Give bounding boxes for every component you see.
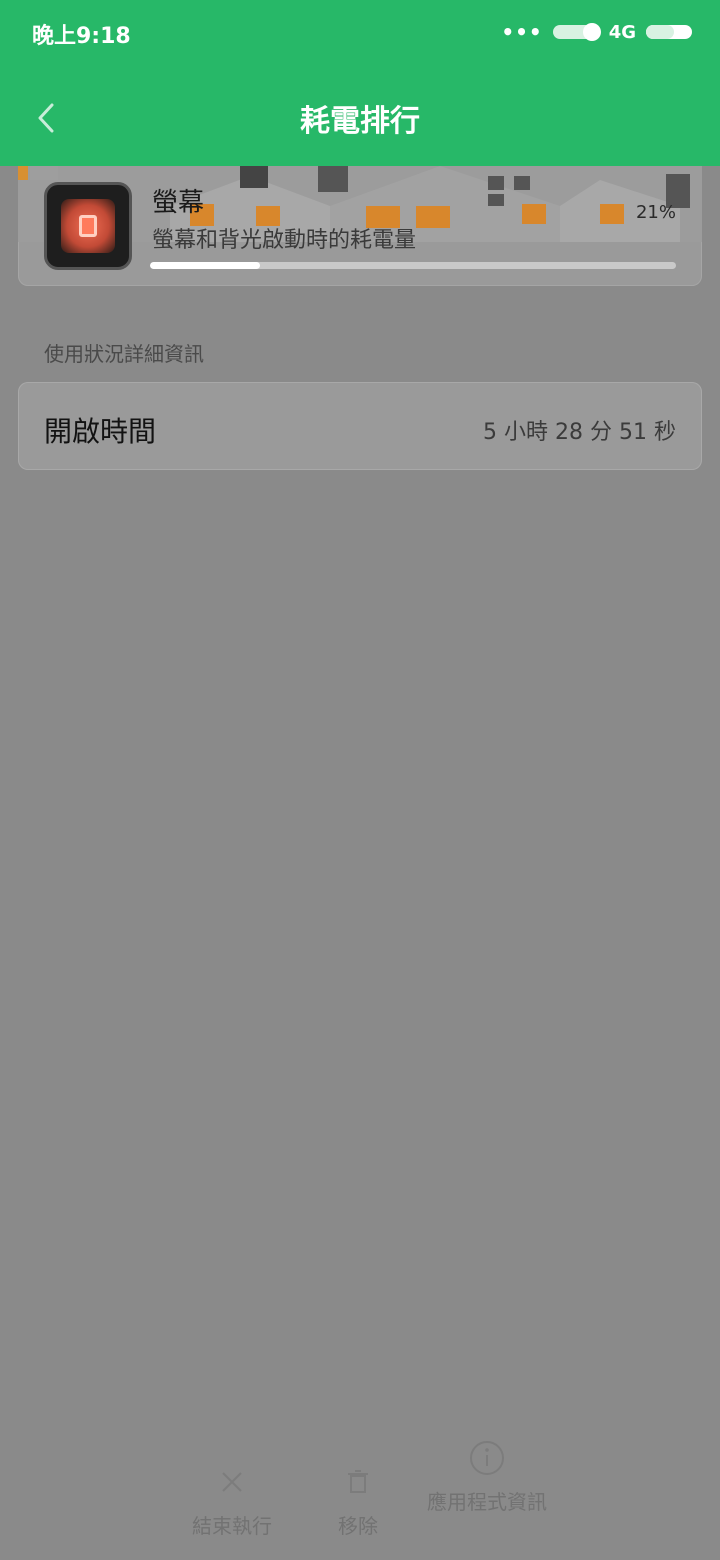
network-type: 4G: [608, 21, 636, 43]
trash-icon: [348, 1470, 368, 1493]
page-title: 耗電排行: [300, 104, 420, 139]
usage-detail-card: 開啟時間 5 小時 28 分 51 秒: [18, 382, 702, 470]
app-bar: 耗電排行: [0, 66, 720, 166]
battery-icon: [646, 25, 692, 39]
close-icon: [222, 1472, 242, 1492]
item-percent: 21%: [635, 202, 676, 223]
screen-icon-inner: [61, 199, 115, 253]
detail-label: 開啟時間: [44, 415, 157, 448]
bottom-action-bar: 結束執行 移除 應用程式資訊: [0, 1436, 720, 1539]
more-dots-icon: •••: [501, 20, 543, 44]
screen-icon: [44, 182, 132, 270]
item-name: 螢幕: [152, 188, 205, 218]
battery-usage-item-card: 螢幕 螢幕和背光啟動時的耗電量 21%: [18, 166, 702, 286]
stop-button-label: 結束執行: [192, 1514, 272, 1538]
usage-progress-track: [150, 262, 676, 269]
section-title: 使用狀況詳細資訊: [44, 342, 204, 366]
status-time: 晚上9:18: [32, 24, 131, 49]
toggle-icon: [552, 23, 601, 41]
app-info-button-label: 應用程式資訊: [427, 1490, 547, 1514]
status-icons: ••• 4G: [501, 18, 692, 46]
app-info-button[interactable]: 應用程式資訊: [420, 1438, 554, 1515]
info-icon: [470, 1441, 504, 1475]
signal-4g-icon: 4G: [609, 22, 636, 43]
remove-button[interactable]: 移除: [322, 1462, 394, 1539]
detail-value: 5 小時 28 分 51 秒: [483, 420, 676, 445]
status-bar: 晚上9:18 ••• 4G: [0, 0, 720, 66]
remove-button-label: 移除: [338, 1514, 378, 1538]
item-description: 螢幕和背光啟動時的耗電量: [152, 228, 417, 253]
stop-button[interactable]: 結束執行: [190, 1462, 274, 1539]
usage-progress-fill: [150, 262, 261, 269]
